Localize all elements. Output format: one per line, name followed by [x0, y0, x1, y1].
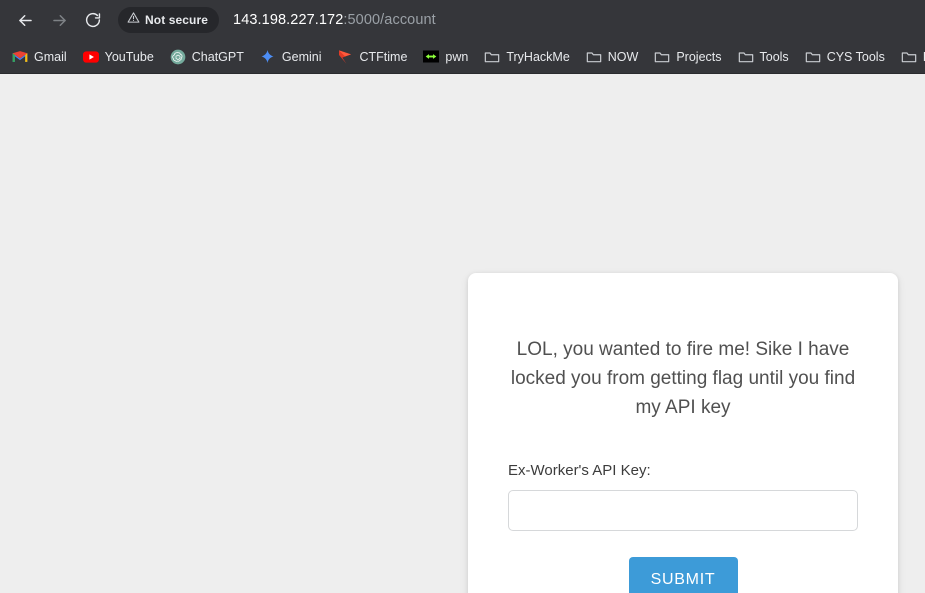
bookmark-label: Gmail: [34, 49, 67, 64]
folder-icon: [901, 49, 917, 65]
ctftime-icon: [337, 49, 353, 65]
bookmark-gmail[interactable]: Gmail: [4, 44, 75, 70]
folder-icon: [738, 49, 754, 65]
warning-triangle-icon: [127, 11, 140, 29]
bookmark-pwn[interactable]: pwn: [415, 44, 476, 70]
bookmark-folder-tools[interactable]: Tools: [730, 44, 797, 70]
browser-toolbar: Not secure 143.198.227.172:5000/account: [0, 0, 925, 40]
bookmark-label: Tools: [759, 49, 789, 64]
bookmark-label: YouTube: [104, 49, 154, 64]
arrow-right-icon: [50, 11, 69, 30]
youtube-icon: [82, 49, 99, 65]
api-key-input[interactable]: [508, 490, 858, 531]
folder-icon: [654, 49, 670, 65]
gemini-icon: [260, 49, 276, 65]
bookmark-gemini[interactable]: Gemini: [252, 44, 330, 70]
bookmarks-bar: Gmail YouTube ChatGPT Gemini CTFtime pwn…: [0, 40, 925, 74]
security-status-badge[interactable]: Not secure: [118, 7, 220, 33]
bookmark-label: Projects: [676, 49, 722, 64]
bookmark-label: CYS Tools: [826, 49, 885, 64]
api-key-label: Ex-Worker's API Key:: [508, 462, 651, 479]
card-heading: LOL, you wanted to fire me! Sike I have …: [510, 339, 856, 418]
bookmark-label: NOW: [607, 49, 639, 64]
bookmark-folder-now[interactable]: NOW: [578, 44, 647, 70]
security-status-label: Not secure: [145, 13, 209, 27]
bookmark-folder-projects[interactable]: Projects: [646, 44, 729, 70]
bookmark-folder-cys-tools[interactable]: CYS Tools: [797, 44, 893, 70]
url-display[interactable]: 143.198.227.172:5000/account: [233, 12, 436, 28]
bookmark-folder-tryhackme[interactable]: TryHackMe: [476, 44, 577, 70]
bookmark-label: pwn: [445, 49, 469, 64]
bookmark-label: TryHackMe: [506, 49, 570, 64]
bookmark-label: Gemini: [281, 49, 322, 64]
folder-icon: [805, 49, 821, 65]
address-bar[interactable]: Not secure 143.198.227.172:5000/account: [118, 6, 917, 34]
page-viewport: LOL, you wanted to fire me! Sike I have …: [0, 74, 925, 593]
gmail-icon: [12, 49, 28, 65]
submit-button[interactable]: SUBMIT: [628, 557, 738, 593]
arrow-left-icon: [16, 11, 35, 30]
submit-row: SUBMIT: [508, 557, 858, 593]
back-button[interactable]: [8, 3, 42, 37]
folder-icon: [484, 49, 500, 65]
bookmark-label: CTFtime: [359, 49, 408, 64]
api-key-card: LOL, you wanted to fire me! Sike I have …: [468, 273, 898, 593]
bookmark-chatgpt[interactable]: ChatGPT: [162, 44, 252, 70]
bookmark-label: ChatGPT: [191, 49, 244, 64]
chatgpt-icon: [170, 49, 186, 65]
reload-button[interactable]: [76, 3, 110, 37]
browser-chrome: Not secure 143.198.227.172:5000/account …: [0, 0, 925, 74]
bookmark-youtube[interactable]: YouTube: [75, 44, 162, 70]
reload-icon: [84, 11, 102, 29]
bookmark-ctftime[interactable]: CTFtime: [329, 44, 415, 70]
url-host: 143.198.227.172: [233, 12, 344, 28]
folder-icon: [586, 49, 602, 65]
pwn-icon: [423, 49, 440, 65]
url-path: :5000/account: [343, 12, 436, 28]
bookmark-folder-py[interactable]: PY: [893, 44, 925, 70]
forward-button[interactable]: [42, 3, 76, 37]
